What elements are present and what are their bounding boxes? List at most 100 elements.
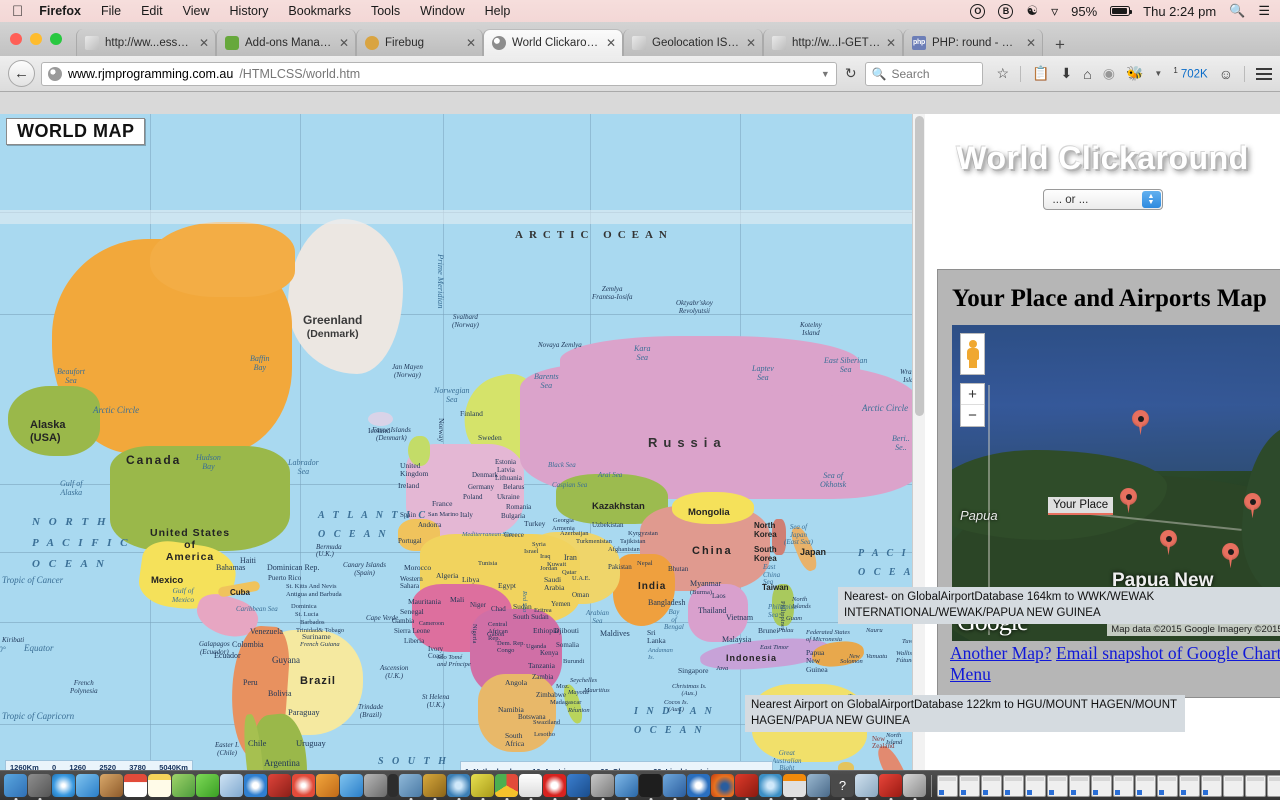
dock-icon-calculator[interactable] bbox=[591, 774, 614, 797]
close-tab-icon[interactable]: ✕ bbox=[199, 36, 209, 50]
close-tab-icon[interactable]: ✕ bbox=[1026, 36, 1036, 50]
close-tab-icon[interactable]: ✕ bbox=[339, 36, 349, 50]
dock-icon-itunes[interactable] bbox=[268, 774, 291, 797]
tab-1[interactable]: Add-ons Manager ✕ bbox=[216, 29, 356, 56]
dock-icon-contacts[interactable] bbox=[100, 774, 123, 797]
dock-window-13[interactable] bbox=[1201, 775, 1222, 797]
tab-4[interactable]: Geolocation ISP I... ✕ bbox=[623, 29, 763, 56]
menu-file[interactable]: File bbox=[101, 4, 121, 18]
tab-3-active[interactable]: World Clickaroun... ✕ bbox=[483, 29, 623, 56]
zoom-in-button[interactable]: + bbox=[961, 384, 984, 405]
dock-window-5[interactable] bbox=[1025, 775, 1046, 797]
menu-edit[interactable]: Edit bbox=[141, 4, 163, 18]
dock-icon-filezilla[interactable] bbox=[735, 774, 758, 797]
dock-icon-dashboard[interactable] bbox=[471, 774, 494, 797]
dock-icon-package[interactable] bbox=[855, 774, 878, 797]
link-email-snapshot[interactable]: Email snapshot of Google Chart ... bbox=[1056, 643, 1280, 663]
dock-icon-imovie[interactable] bbox=[615, 774, 638, 797]
zoom-window-button[interactable] bbox=[50, 33, 62, 45]
dock-icon-star-app[interactable] bbox=[567, 774, 590, 797]
blocked-counter[interactable]: 1 702K bbox=[1173, 66, 1207, 81]
notification-center-icon[interactable]: ☰ bbox=[1258, 3, 1270, 19]
window-controls[interactable] bbox=[6, 22, 76, 56]
scrollbar-thumb[interactable] bbox=[915, 116, 924, 416]
dock-icon-globe-app[interactable] bbox=[447, 774, 470, 797]
close-tab-icon[interactable]: ✕ bbox=[466, 36, 476, 50]
home-icon[interactable]: ⌂ bbox=[1083, 66, 1091, 82]
dock-window-4[interactable] bbox=[1003, 775, 1024, 797]
chevron-down-icon[interactable]: ▼ bbox=[1154, 69, 1162, 78]
dock-icon-textedit[interactable] bbox=[519, 774, 542, 797]
wifi-icon[interactable]: ▿ bbox=[1051, 3, 1058, 20]
menu-tools[interactable]: Tools bbox=[371, 4, 400, 18]
chevron-down-icon[interactable]: ▼ bbox=[821, 69, 830, 79]
dock-icon-cyberduck[interactable] bbox=[759, 774, 782, 797]
dock-icon-preview[interactable] bbox=[340, 774, 363, 797]
dock-icon-photoshop[interactable] bbox=[879, 774, 902, 797]
dock-icon-firefox[interactable] bbox=[711, 774, 734, 797]
place-select-dropdown[interactable]: ... or ... ▲▼ bbox=[1043, 189, 1163, 210]
new-tab-button[interactable]: + bbox=[1043, 36, 1077, 56]
dock-icon-maps[interactable] bbox=[220, 774, 243, 797]
spotlight-search-icon[interactable]: 🔍 bbox=[1229, 3, 1245, 19]
menu-view[interactable]: View bbox=[183, 4, 210, 18]
star-icon[interactable]: ☆ bbox=[997, 65, 1010, 82]
dock-icon-utility[interactable] bbox=[423, 774, 446, 797]
dock-icon-display[interactable] bbox=[807, 774, 830, 797]
chevron-updown-icon[interactable]: ▲▼ bbox=[1142, 191, 1161, 208]
dock-icon-terminal-small[interactable] bbox=[388, 774, 398, 797]
dock-icon-safari[interactable] bbox=[52, 774, 75, 797]
url-bar[interactable]: www.rjmprogramming.com.au/HTMLCSS/world.… bbox=[41, 62, 837, 86]
tab-0[interactable]: http://ww...essohigh ✕ bbox=[76, 29, 216, 56]
dock-window-10[interactable] bbox=[1135, 775, 1156, 797]
your-place-marker[interactable] bbox=[1120, 488, 1137, 513]
feedback-smiley-icon[interactable]: ☺ bbox=[1219, 66, 1233, 82]
tab-6[interactable]: php PHP: round - Man... ✕ bbox=[903, 29, 1043, 56]
dock-icon-chrome[interactable] bbox=[495, 774, 518, 797]
dock-window-6[interactable] bbox=[1047, 775, 1068, 797]
battery-icon[interactable] bbox=[1110, 6, 1130, 16]
dock-window-15[interactable] bbox=[1245, 775, 1266, 797]
dock-icon-folder[interactable] bbox=[399, 774, 422, 797]
airport-marker-south[interactable] bbox=[1222, 543, 1239, 568]
reader-list-icon[interactable]: 📋 bbox=[1032, 65, 1049, 82]
dock-window-9[interactable] bbox=[1113, 775, 1134, 797]
dock-icon-reminders[interactable] bbox=[316, 774, 339, 797]
dock-window-3[interactable] bbox=[981, 775, 1002, 797]
download-icon[interactable]: ⬇ bbox=[1061, 65, 1073, 82]
hamburger-menu-icon[interactable] bbox=[1256, 68, 1272, 80]
close-tab-icon[interactable]: ✕ bbox=[886, 36, 896, 50]
dock-icon-help[interactable]: ? bbox=[831, 774, 854, 797]
dock-icon-bbedit[interactable] bbox=[687, 774, 710, 797]
dock-icon-facetime[interactable] bbox=[244, 774, 267, 797]
dock-icon-systemprefs[interactable] bbox=[364, 774, 387, 797]
dock-icon-device[interactable] bbox=[903, 774, 926, 797]
dock-icon-terminal[interactable] bbox=[639, 774, 662, 797]
world-map-pane[interactable]: ARCTIC OCEAN N O R T HP A C I F I CO C E… bbox=[0, 114, 925, 792]
link-menu[interactable]: Menu bbox=[950, 664, 991, 684]
menu-bookmarks[interactable]: Bookmarks bbox=[288, 4, 351, 18]
back-button[interactable]: ← bbox=[8, 60, 35, 87]
menubar-clock[interactable]: Thu 2:24 pm bbox=[1143, 4, 1216, 19]
dock-icon-finder[interactable] bbox=[4, 774, 27, 797]
menu-firefox[interactable]: Firefox bbox=[39, 4, 81, 18]
tab-5[interactable]: http://w...I-GETME ✕ bbox=[763, 29, 903, 56]
airplay-icon[interactable]: ☯ bbox=[1026, 3, 1038, 19]
status-icon-b[interactable]: B bbox=[998, 4, 1013, 19]
dock-window-16[interactable] bbox=[1267, 775, 1280, 797]
link-another-map[interactable]: Another Map? bbox=[950, 643, 1052, 663]
airport-marker-wewak[interactable] bbox=[1132, 410, 1149, 435]
dock-window-14[interactable] bbox=[1223, 775, 1244, 797]
dock-icon-appstore[interactable] bbox=[292, 774, 315, 797]
dock-window-7[interactable] bbox=[1069, 775, 1090, 797]
apple-icon[interactable]:  bbox=[12, 4, 23, 19]
dock-icon-notes[interactable] bbox=[148, 774, 171, 797]
dock-icon-messages[interactable] bbox=[196, 774, 219, 797]
sync-icon[interactable]: ◉ bbox=[1103, 65, 1115, 82]
close-window-button[interactable] bbox=[10, 33, 22, 45]
pegman-street-view-icon[interactable] bbox=[960, 333, 985, 375]
status-icon-o[interactable]: O bbox=[970, 4, 985, 19]
dock-icon-photos[interactable] bbox=[172, 774, 195, 797]
map-vertical-scrollbar[interactable] bbox=[912, 114, 925, 792]
dock-icon-xcode[interactable] bbox=[663, 774, 686, 797]
